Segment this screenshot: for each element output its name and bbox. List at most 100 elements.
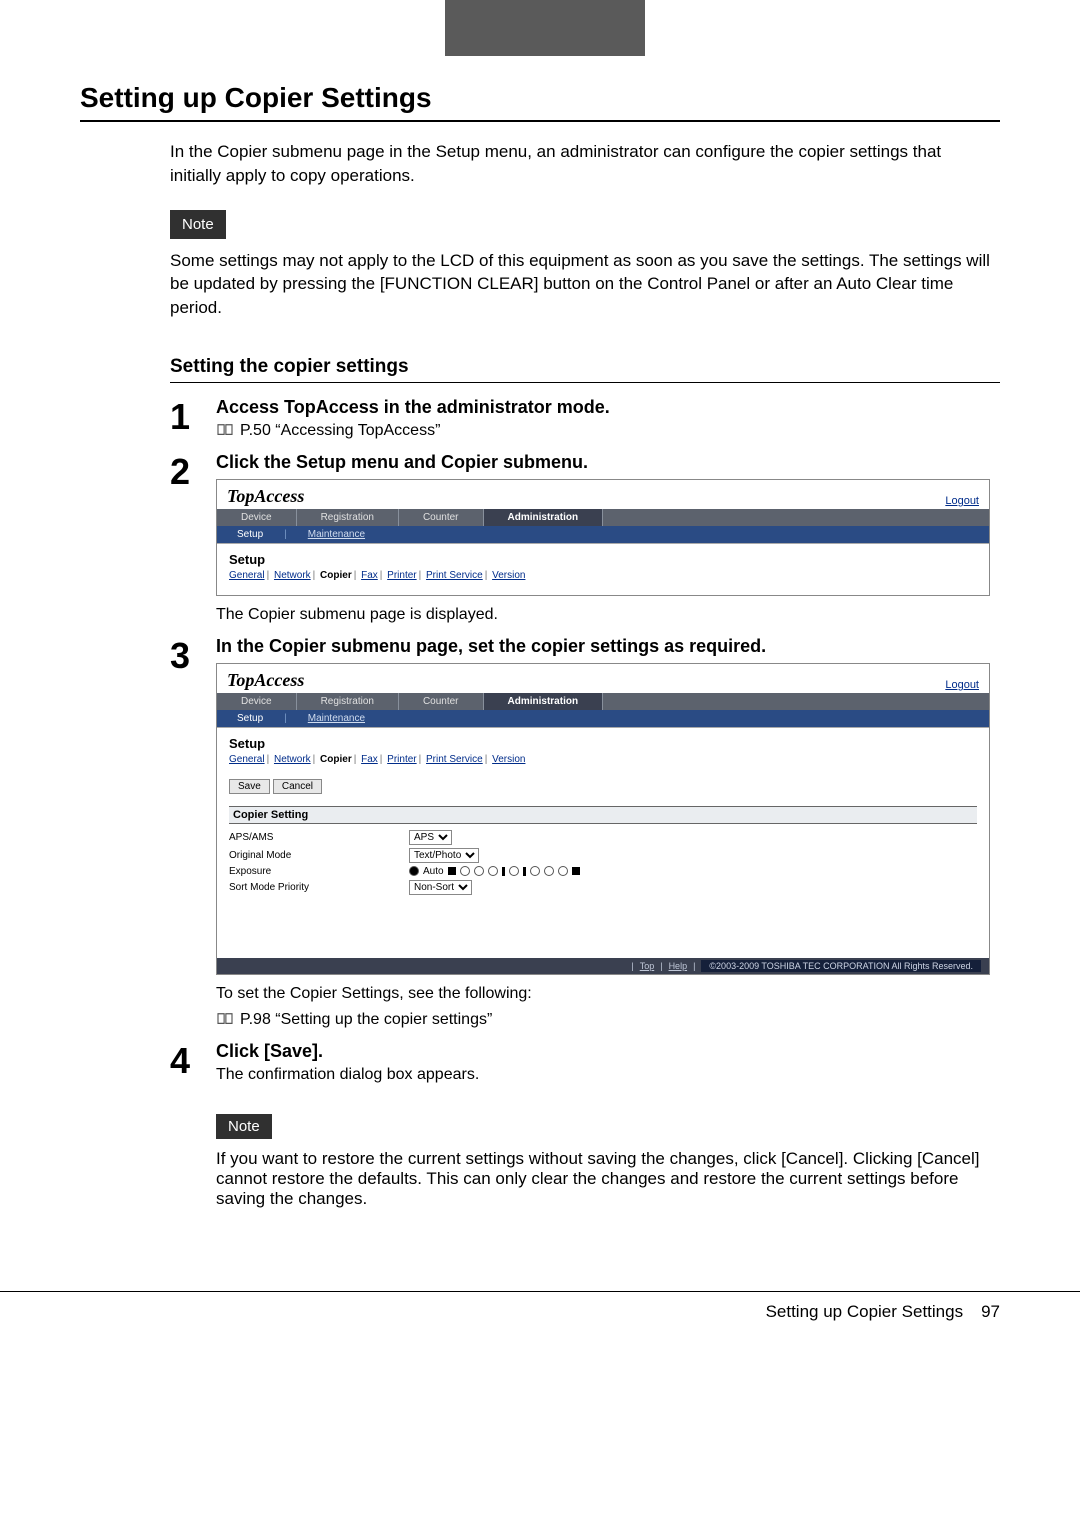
subtab-setup[interactable]: Setup [217, 710, 283, 727]
cancel-button[interactable]: Cancel [273, 779, 322, 794]
title-rule [80, 120, 1000, 122]
setup-tab-general[interactable]: General [229, 570, 265, 581]
setup-tab-printservice[interactable]: Print Service [426, 570, 483, 581]
step-title: Click the Setup menu and Copier submenu. [216, 452, 990, 473]
select-sort-mode[interactable]: Non-Sort [409, 880, 472, 895]
exposure-radio-group[interactable]: Auto [409, 866, 580, 877]
footer-help-link[interactable]: Help [669, 961, 688, 971]
label-sort-mode: Sort Mode Priority [229, 882, 409, 893]
setting-original-mode: Original Mode Text/Photo [229, 848, 977, 863]
step-after-text: The Copier submenu page is displayed. [216, 606, 990, 624]
radio-level[interactable] [558, 866, 568, 876]
subtab-setup[interactable]: Setup [217, 526, 283, 543]
setup-tab-printer[interactable]: Printer [387, 754, 416, 765]
setup-tab-printservice[interactable]: Print Service [426, 754, 483, 765]
page-body: Setting up Copier Settings In the Copier… [0, 56, 1080, 1251]
scale-mid-right-icon [523, 867, 526, 876]
radio-level[interactable] [530, 866, 540, 876]
scale-mid-left-icon [502, 867, 505, 876]
subtab-maintenance[interactable]: Maintenance [288, 710, 385, 727]
subsection-rule [170, 382, 1000, 383]
step-title: Access TopAccess in the administrator mo… [216, 397, 990, 418]
step-number: 4 [170, 1041, 216, 1217]
radio-level[interactable] [488, 866, 498, 876]
setting-exposure: Exposure Auto [229, 866, 977, 877]
topaccess-screenshot-2: TopAccess Logout Device Registration Cou… [216, 663, 990, 975]
page-title: Setting up Copier Settings [80, 82, 1000, 114]
topaccess-footer: | Top | Help | ©2003-2009 TOSHIBA TEC CO… [217, 958, 989, 974]
tab-registration[interactable]: Registration [297, 693, 399, 710]
tab-administration[interactable]: Administration [484, 509, 604, 526]
select-original-mode[interactable]: Text/Photo [409, 848, 479, 863]
main-tab-bar: Device Registration Counter Administrati… [217, 693, 989, 710]
setup-tab-network[interactable]: Network [274, 570, 311, 581]
radio-auto-label: Auto [423, 866, 444, 877]
step-reference: P.50 “Accessing TopAccess” [216, 422, 990, 440]
ref-text: P.50 “Accessing TopAccess” [240, 422, 440, 439]
setup-tab-version[interactable]: Version [492, 570, 525, 581]
setup-section-title: Setup [229, 552, 977, 567]
step-4: 4 Click [Save]. The confirmation dialog … [170, 1041, 990, 1217]
note-block: Note Some settings may not apply to the … [170, 188, 990, 320]
page-header-ribbon [0, 0, 1080, 56]
step-title: Click [Save]. [216, 1041, 990, 1062]
step-1: 1 Access TopAccess in the administrator … [170, 397, 990, 448]
logout-link[interactable]: Logout [945, 679, 979, 691]
setting-aps-ams: APS/AMS APS [229, 830, 977, 845]
radio-level[interactable] [460, 866, 470, 876]
radio-level[interactable] [474, 866, 484, 876]
setup-tab-row: General| Network| Copier| Fax| Printer| … [229, 570, 977, 581]
step-after-text: To set the Copier Settings, see the foll… [216, 985, 990, 1003]
setup-tab-fax[interactable]: Fax [361, 570, 378, 581]
note-label: Note [216, 1114, 272, 1139]
tab-counter[interactable]: Counter [399, 693, 484, 710]
setup-tab-network[interactable]: Network [274, 754, 311, 765]
tab-counter[interactable]: Counter [399, 509, 484, 526]
label-aps: APS/AMS [229, 832, 409, 843]
note-text: Some settings may not apply to the LCD o… [170, 249, 990, 320]
setup-tab-fax[interactable]: Fax [361, 754, 378, 765]
footer-top-link[interactable]: Top [640, 961, 655, 971]
select-aps[interactable]: APS [409, 830, 452, 845]
copyright-text: ©2003-2009 TOSHIBA TEC CORPORATION All R… [701, 960, 981, 972]
scale-end-icon [572, 867, 580, 875]
radio-level[interactable] [544, 866, 554, 876]
setup-section-title: Setup [229, 736, 977, 751]
setup-tab-copier[interactable]: Copier [320, 754, 352, 765]
book-icon [216, 423, 234, 437]
sub-tab-bar: Setup | Maintenance [217, 526, 989, 544]
tab-device[interactable]: Device [217, 693, 297, 710]
copier-setting-panel-title: Copier Setting [229, 806, 977, 824]
step-2: 2 Click the Setup menu and Copier submen… [170, 452, 990, 632]
tab-administration[interactable]: Administration [484, 693, 604, 710]
save-button[interactable]: Save [229, 779, 270, 794]
subtab-maintenance[interactable]: Maintenance [288, 526, 385, 543]
topaccess-logo: TopAccess [227, 486, 304, 507]
note-text-2: If you want to restore the current setti… [216, 1149, 990, 1209]
subsection-heading: Setting the copier settings [170, 356, 1000, 378]
setup-tab-printer[interactable]: Printer [387, 570, 416, 581]
radio-level[interactable] [509, 866, 519, 876]
setup-tab-copier[interactable]: Copier [320, 570, 352, 581]
topaccess-logo: TopAccess [227, 670, 304, 691]
topaccess-screenshot-1: TopAccess Logout Device Registration Cou… [216, 479, 990, 596]
radio-auto[interactable] [409, 866, 419, 876]
sub-tab-bar: Setup | Maintenance [217, 710, 989, 728]
step-number: 3 [170, 636, 216, 1037]
step-after-text: The confirmation dialog box appears. [216, 1066, 990, 1084]
step-number: 1 [170, 397, 216, 448]
logout-link[interactable]: Logout [945, 495, 979, 507]
footer-page-number: 97 [981, 1302, 1000, 1322]
intro-paragraph: In the Copier submenu page in the Setup … [170, 140, 990, 188]
setup-tab-general[interactable]: General [229, 754, 265, 765]
tab-registration[interactable]: Registration [297, 509, 399, 526]
page-footer: Setting up Copier Settings 97 [0, 1296, 1080, 1322]
scale-end-icon [448, 867, 456, 875]
note-label: Note [170, 210, 226, 239]
step-3: 3 In the Copier submenu page, set the co… [170, 636, 990, 1037]
ref-text: P.98 “Setting up the copier settings” [240, 1011, 492, 1028]
tab-device[interactable]: Device [217, 509, 297, 526]
setting-sort-mode: Sort Mode Priority Non-Sort [229, 880, 977, 895]
setup-tab-version[interactable]: Version [492, 754, 525, 765]
footer-title: Setting up Copier Settings [766, 1302, 964, 1322]
